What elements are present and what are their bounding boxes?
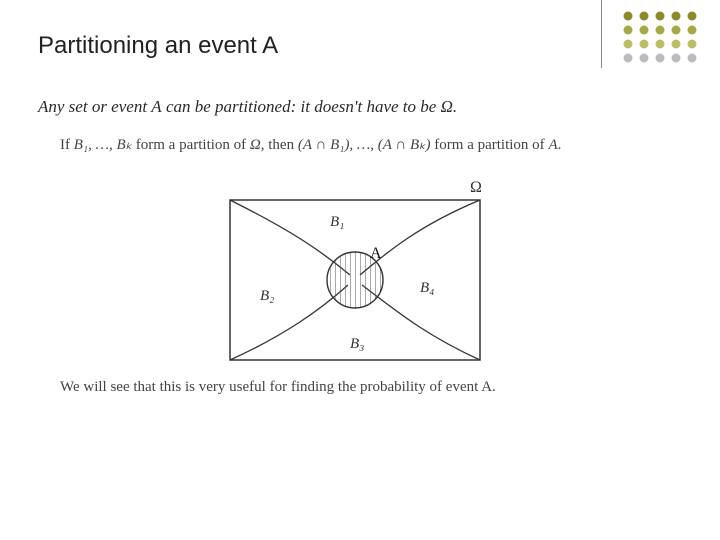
line-3: We will see that this is very useful for…	[60, 377, 696, 397]
text: form a partition of	[431, 137, 549, 153]
line-2: If B₁, …, Bₖ form a partition of Ω, then…	[60, 135, 696, 155]
label-B2: B₂	[260, 288, 274, 304]
label-B3: B₃	[350, 336, 364, 352]
label-B1: B₁	[330, 214, 344, 230]
text: form a partition of	[132, 137, 250, 153]
header-divider	[601, 0, 602, 68]
sym-Omega: Ω	[250, 137, 261, 153]
text: can be partitioned: it doesn't have to b…	[162, 97, 441, 116]
text: .	[558, 137, 562, 153]
sym-A: A	[151, 97, 161, 116]
text: .	[453, 97, 457, 116]
text: If	[60, 137, 74, 153]
label-A: A	[370, 245, 382, 262]
sym-A: A	[548, 137, 557, 153]
line-1: Any set or event A can be partitioned: i…	[38, 96, 696, 119]
slide-title: Partitioning an event A	[38, 32, 278, 60]
curve-br	[362, 285, 480, 360]
sym-Bseq: B₁, …, Bₖ	[74, 137, 132, 153]
slide-decor-dots	[608, 6, 708, 70]
label-B4: B₄	[420, 280, 434, 296]
text: , then	[261, 137, 298, 153]
label-Omega: Ω	[470, 180, 482, 196]
text: We will see that this is very useful for…	[60, 379, 496, 395]
curve-bl	[230, 285, 348, 360]
sym-Omega: Ω	[441, 97, 453, 116]
partition-diagram: Ω A B₁ B₂ B₃ B₄	[200, 180, 520, 380]
sym-ABseq: (A ∩ B₁), …, (A ∩ Bₖ)	[298, 137, 431, 153]
text: Any set or event	[38, 97, 151, 116]
